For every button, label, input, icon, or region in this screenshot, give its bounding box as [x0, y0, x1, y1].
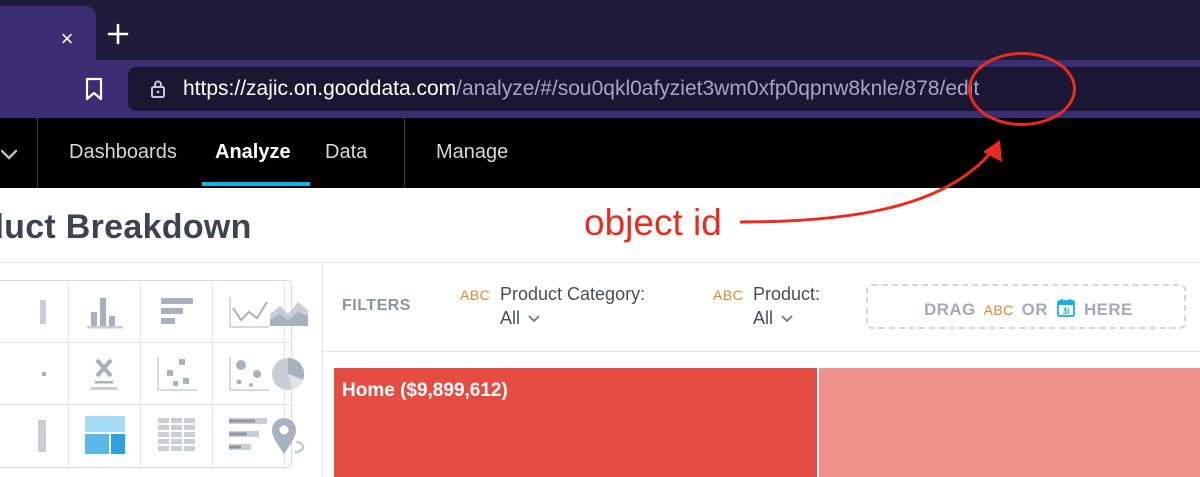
filter-value: All [753, 308, 793, 329]
calendar-icon [1057, 299, 1075, 317]
url-host: https://zajic.on.gooddata.com [183, 77, 457, 100]
vis-type-area[interactable] [270, 281, 308, 343]
bookmark-icon[interactable] [82, 76, 106, 102]
vis-type-partial[interactable] [0, 343, 69, 405]
vis-type-bar[interactable] [141, 281, 213, 343]
treemap-tile-secondary[interactable] [819, 368, 1200, 477]
vis-type-column[interactable] [69, 281, 141, 343]
scatter-plot-icon [156, 356, 197, 391]
vis-type-scatter[interactable] [141, 343, 213, 405]
chevron-down-icon[interactable] [0, 144, 20, 164]
vis-type-geo[interactable] [272, 405, 305, 467]
filter-name: Product Category: [500, 284, 646, 304]
annotation-circle [968, 52, 1076, 126]
nav-manage[interactable]: Manage [436, 140, 508, 164]
visualization-type-picker [0, 280, 308, 468]
bubble-chart-icon [228, 356, 269, 391]
vis-type-treemap[interactable] [69, 405, 141, 467]
nav-active-indicator [202, 182, 310, 186]
annotation-label: object id [584, 202, 722, 243]
table-icon [39, 299, 46, 324]
drop-zone-text: DRAG ABC OR HERE [924, 298, 1133, 320]
vis-type-partial[interactable] [0, 405, 69, 467]
attribute-abc-icon: ABC [713, 287, 744, 303]
lock-icon [151, 80, 165, 98]
title-divider [0, 262, 1200, 263]
treemap-tile-label: Home ($9,899,612) [342, 380, 508, 401]
nav-analyze[interactable]: Analyze [215, 140, 291, 164]
column-chart-icon [86, 297, 123, 328]
dot-icon [41, 371, 46, 376]
pie-chart-icon [272, 357, 305, 390]
canvas-left-border [322, 264, 323, 477]
vis-type-pie[interactable] [272, 343, 305, 405]
drop-here-text: HERE [1083, 300, 1133, 319]
insight-title[interactable]: oduct Breakdown [0, 208, 252, 247]
filter-name: Product: [753, 284, 821, 304]
line-chart-icon [228, 296, 269, 328]
attribute-abc-icon: ABC [460, 287, 491, 303]
drop-drag-text: DRAG [924, 300, 976, 319]
filters-label: FILTERS [342, 297, 411, 314]
nav-data[interactable]: Data [325, 140, 367, 164]
url-text: https://zajic.on.gooddata.com/analyze/#/… [183, 77, 979, 101]
bullet-chart-icon [228, 418, 267, 450]
attribute-abc-icon: ABC [983, 302, 1014, 318]
chevron-down-icon [781, 315, 793, 323]
vis-type-heatmap[interactable] [141, 405, 213, 467]
header-divider [37, 118, 38, 188]
treemap-icon [84, 416, 125, 454]
filter-value-text: All [753, 308, 774, 328]
filter-value-text: All [500, 308, 521, 328]
table-partial-icon [37, 420, 46, 452]
filter-bar-divider [322, 351, 1200, 352]
heatmap-icon [157, 418, 195, 451]
browser-tab[interactable]: × [0, 6, 96, 60]
nav-dashboards[interactable]: Dashboards [69, 140, 177, 164]
annotation-arrow [739, 140, 1002, 224]
filter-value: All [500, 308, 540, 329]
headline-icon [90, 358, 117, 390]
geo-chart-icon [272, 418, 305, 454]
tab-close-icon[interactable]: × [56, 28, 78, 50]
treemap-tile-home[interactable]: Home ($9,899,612) [334, 368, 817, 477]
bar-chart-icon [160, 297, 193, 324]
vis-type-partial[interactable] [0, 281, 69, 343]
drop-or-text: OR [1021, 300, 1048, 319]
url-path: /analyze/#/sou0qkl0afyziet3wm0xfp0qpnw8k… [456, 77, 980, 100]
new-tab-icon[interactable] [104, 20, 132, 48]
chevron-down-icon [528, 315, 540, 323]
header-divider [404, 118, 405, 188]
vis-type-headline[interactable] [69, 343, 141, 405]
area-chart-icon [270, 301, 308, 326]
browser-tab-strip: × [0, 0, 1200, 60]
filter-drop-zone[interactable]: DRAG ABC OR HERE [866, 284, 1186, 329]
